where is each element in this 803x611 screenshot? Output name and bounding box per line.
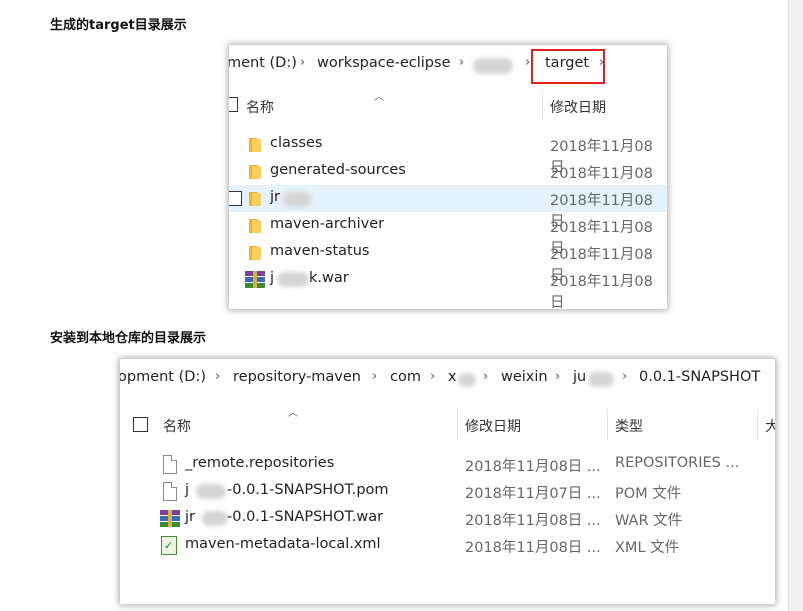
file-icon xyxy=(163,482,177,501)
column-type[interactable]: 类型 xyxy=(615,416,643,436)
breadcrumb-drive[interactable]: opment (D:) xyxy=(120,369,206,385)
folder-icon xyxy=(249,138,261,152)
file-icon xyxy=(163,455,177,474)
file-row[interactable]: _remote.repositories 2018年11月08日 ... REP… xyxy=(120,451,775,478)
file-row[interactable]: generated-sources 2018年11月08日 xyxy=(229,158,667,203)
folder-icon xyxy=(249,219,261,233)
chevron-right-icon: › xyxy=(300,55,306,70)
file-row[interactable]: maven-status 2018年11月08日 xyxy=(229,239,667,284)
file-date: 2018年11月08日 ... xyxy=(465,540,601,556)
column-divider[interactable] xyxy=(457,409,458,441)
file-type: WAR 文件 xyxy=(615,513,683,529)
chevron-right-icon: › xyxy=(483,369,489,384)
redacted-blur xyxy=(458,373,476,387)
explorer-window-target: ment (D:) › workspace-eclipse › › target… xyxy=(229,45,667,309)
file-row-selected[interactable]: jr 2018年11月08日 xyxy=(229,185,667,230)
file-row[interactable]: j k.war 2018年11月08日 xyxy=(229,266,667,309)
chevron-right-icon: › xyxy=(555,369,561,384)
column-name[interactable]: 名称 xyxy=(163,416,191,436)
redacted-blur xyxy=(277,272,309,287)
file-name-suffix: -0.0.1-SNAPSHOT.pom xyxy=(227,482,389,498)
breadcrumb-x[interactable]: x xyxy=(448,369,457,385)
column-header: 名称 ︿ 修改日期 类型 大 xyxy=(120,408,775,441)
file-name-suffix: -0.0.1-SNAPSHOT.war xyxy=(227,509,384,525)
folder-icon xyxy=(249,165,261,179)
column-header: 名称 ︿ 修改日期 xyxy=(229,91,667,121)
chevron-right-icon: › xyxy=(459,55,465,70)
file-date: 2018年11月08日 xyxy=(550,274,653,309)
select-all-checkbox[interactable] xyxy=(133,417,148,432)
file-name-suffix: k.war xyxy=(309,270,349,286)
column-divider[interactable] xyxy=(757,409,758,441)
chevron-right-icon: › xyxy=(372,369,378,384)
heading-target-dir: 生成的target目录展示 xyxy=(50,18,187,33)
column-date[interactable]: 修改日期 xyxy=(465,416,521,436)
breadcrumb-drive[interactable]: ment (D:) xyxy=(229,55,297,71)
column-divider[interactable] xyxy=(542,91,543,121)
chevron-right-icon: › xyxy=(525,55,531,70)
redacted-blur xyxy=(202,511,228,526)
breadcrumb-snapshot[interactable]: 0.0.1-SNAPSHOT xyxy=(639,369,760,385)
redacted-blur xyxy=(196,484,226,499)
chevron-right-icon: › xyxy=(215,369,221,384)
heading-local-repo: 安装到本地仓库的目录展示 xyxy=(50,331,207,346)
folder-icon xyxy=(249,192,261,206)
file-type: POM 文件 xyxy=(615,486,682,502)
breadcrumb-weixin[interactable]: weixin xyxy=(501,369,548,385)
row-checkbox[interactable] xyxy=(229,191,242,206)
file-name: classes xyxy=(270,135,323,151)
file-name: jr xyxy=(185,509,195,525)
breadcrumb-workspace[interactable]: workspace-eclipse xyxy=(317,55,451,71)
file-row[interactable]: maven-archiver 2018年11月08日 xyxy=(229,212,667,257)
folder-icon xyxy=(249,246,261,260)
file-name: generated-sources xyxy=(270,162,406,178)
file-type: XML 文件 xyxy=(615,540,680,556)
file-name: maven-metadata-local.xml xyxy=(185,536,381,552)
file-date: 2018年11月07日 ... xyxy=(465,486,601,502)
file-row[interactable]: j -0.0.1-SNAPSHOT.pom 2018年11月07日 ... PO… xyxy=(120,478,775,505)
chevron-right-icon: › xyxy=(430,369,436,384)
sort-up-icon: ︿ xyxy=(288,408,298,419)
column-size[interactable]: 大 xyxy=(765,416,775,436)
redacted-blur xyxy=(283,192,311,207)
breadcrumb: opment (D:) › repository-maven › com › x… xyxy=(120,359,775,397)
file-name: j xyxy=(270,270,275,286)
breadcrumb-ju[interactable]: ju xyxy=(573,369,586,385)
file-name: maven-archiver xyxy=(270,216,385,232)
winrar-archive-icon xyxy=(160,510,180,527)
breadcrumb-repository[interactable]: repository-maven xyxy=(233,369,361,385)
redacted-blur xyxy=(588,372,614,387)
file-name: _remote.repositories xyxy=(185,455,335,471)
file-type: REPOSITORIES ... xyxy=(615,455,740,471)
column-name[interactable]: 名称 xyxy=(246,97,274,117)
page-scrollbar[interactable] xyxy=(788,0,803,611)
file-name: j xyxy=(185,482,190,498)
file-row[interactable]: ✓ maven-metadata-local.xml 2018年11月08日 .… xyxy=(120,532,775,559)
chevron-right-icon: › xyxy=(622,369,628,384)
highlight-box xyxy=(531,49,605,84)
file-name: jr xyxy=(270,189,280,205)
file-row[interactable]: classes 2018年11月08日 xyxy=(229,131,667,176)
column-divider[interactable] xyxy=(607,409,608,441)
winrar-archive-icon xyxy=(245,271,265,288)
file-name: maven-status xyxy=(270,243,370,259)
select-all-checkbox[interactable] xyxy=(229,97,238,112)
breadcrumb-com[interactable]: com xyxy=(390,369,421,385)
redacted-blur xyxy=(473,58,513,74)
xml-file-icon: ✓ xyxy=(161,536,177,555)
file-date: 2018年11月08日 ... xyxy=(465,513,601,529)
column-date[interactable]: 修改日期 xyxy=(550,97,606,117)
file-date: 2018年11月08日 ... xyxy=(465,459,601,475)
file-row[interactable]: jr -0.0.1-SNAPSHOT.war 2018年11月08日 ... W… xyxy=(120,505,775,532)
explorer-window-repository: opment (D:) › repository-maven › com › x… xyxy=(120,359,775,604)
sort-up-icon: ︿ xyxy=(374,92,384,103)
